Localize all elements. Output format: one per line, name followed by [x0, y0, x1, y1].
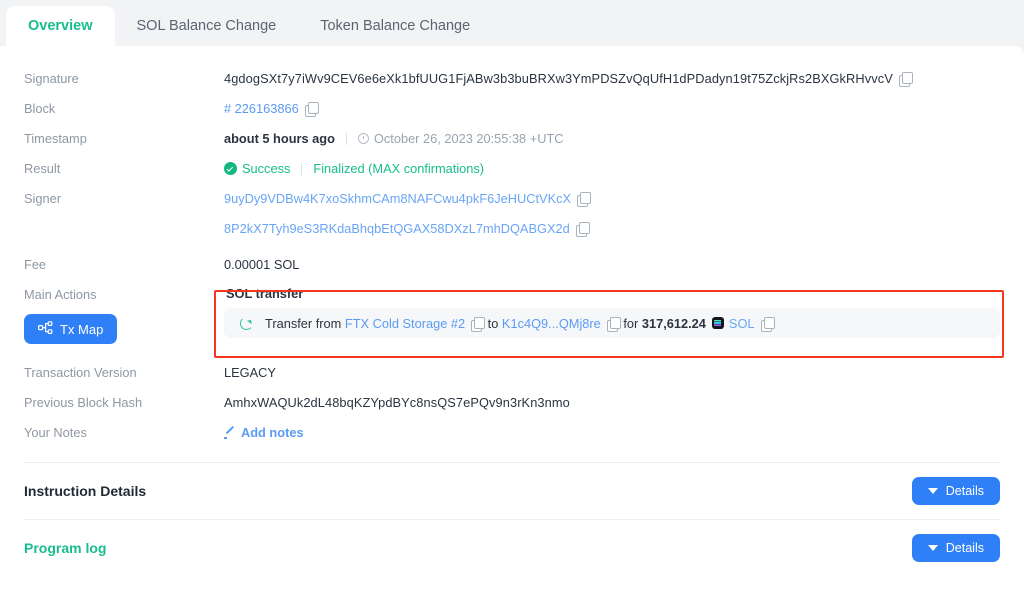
row-main-actions: Main Actions Tx Map SOL transfer Transfe…	[0, 280, 1024, 354]
transfer-amount: 317,612.24	[641, 315, 706, 331]
tab-bar: Overview SOL Balance Change Token Balanc…	[0, 0, 1024, 46]
result-confirmation: Finalized (MAX confirmations)	[313, 161, 485, 176]
sol-token-icon	[711, 317, 724, 329]
row-transaction-version: Transaction Version LEGACY	[0, 358, 1024, 388]
transfer-action-row: Transfer from FTX Cold Storage #2 to K1c…	[224, 308, 1000, 338]
timestamp-value-wrap: about 5 hours ago October 26, 2023 20:55:…	[224, 124, 1000, 154]
signature-value: 4gdogSXt7y7iWv9CEV6e6eXk1bfUUG1FjABw3b3b…	[224, 71, 893, 86]
tx-map-button-label: Tx Map	[60, 321, 104, 337]
copy-signer-2-icon[interactable]	[575, 222, 590, 237]
signer-address-2[interactable]: 8P2kX7Tyh9eS3RKdaBhqbEtQGAX58DXzL7mhDQAB…	[224, 221, 570, 236]
timestamp-absolute: October 26, 2023 20:55:38 +UTC	[373, 131, 564, 146]
chevron-down-icon	[927, 545, 938, 551]
copy-transfer-amount-icon[interactable]	[760, 316, 775, 332]
row-block: Block # 226163866	[0, 94, 1024, 124]
row-signature: Signature 4gdogSXt7y7iWv9CEV6e6eXk1bfUUG…	[0, 64, 1024, 94]
copy-signer-1-icon[interactable]	[577, 192, 592, 207]
tab-token-balance-change[interactable]: Token Balance Change	[298, 6, 492, 46]
copy-transfer-from-icon[interactable]	[471, 316, 486, 332]
signer-row: 9uyDy9VDBw4K7xoSkhmCAm8NAFCwu4pkF6JeHUCt…	[224, 184, 1000, 214]
timestamp-divider	[345, 133, 347, 145]
row-previous-block-hash: Previous Block Hash AmhxWAQUk2dL48bqKZYp…	[0, 388, 1024, 418]
row-fee: Fee 0.00001 SOL	[0, 250, 1024, 280]
main-actions-content: SOL transfer Transfer from FTX Cold Stor…	[224, 280, 1000, 338]
transfer-from-link[interactable]: FTX Cold Storage #2	[345, 316, 465, 331]
sol-transfer-title: SOL transfer	[226, 286, 304, 301]
copy-signature-icon[interactable]	[898, 72, 913, 87]
row-timestamp: Timestamp about 5 hours ago October 26, 2…	[0, 124, 1024, 154]
transfer-icon	[240, 316, 253, 330]
signature-label: Signature	[24, 71, 79, 86]
program-log-title: Program log	[24, 540, 107, 556]
clock-icon	[357, 133, 369, 144]
transfer-token-label[interactable]: SOL	[729, 316, 755, 331]
tx-map-icon	[38, 320, 53, 338]
copy-block-icon[interactable]	[304, 102, 319, 117]
instruction-details-title: Instruction Details	[24, 483, 147, 499]
program-log-button-label: Details	[945, 541, 984, 555]
timestamp-relative: about 5 hours ago	[224, 131, 335, 146]
tab-overview-label: Overview	[28, 18, 93, 34]
section-program-log: Program log Details	[0, 520, 1024, 576]
transfer-prefix: Transfer from	[265, 315, 342, 331]
add-notes-button[interactable]: Add notes	[241, 425, 304, 440]
row-your-notes: Your Notes Add notes	[0, 418, 1024, 448]
block-label: Block	[24, 101, 56, 116]
transfer-to-word: to	[487, 315, 499, 331]
signer-label: Signer	[24, 191, 61, 206]
chevron-down-icon	[927, 488, 938, 494]
previous-block-hash-value: AmhxWAQUk2dL48bqKZYpdBYc8nsQS7ePQv9n3rKn…	[224, 395, 570, 410]
section-instruction-details: Instruction Details Details	[0, 463, 1024, 519]
result-label: Result	[24, 161, 61, 176]
previous-block-hash-label: Previous Block Hash	[24, 395, 143, 410]
fee-label: Fee	[24, 257, 47, 272]
result-divider	[301, 163, 303, 175]
detail-rows: Signature 4gdogSXt7y7iWv9CEV6e6eXk1bfUUG…	[0, 46, 1024, 448]
block-value[interactable]: # 226163866	[224, 101, 299, 116]
main-actions-label: Main Actions	[24, 287, 97, 302]
signer-values: 9uyDy9VDBw4K7xoSkhmCAm8NAFCwu4pkF6JeHUCt…	[224, 184, 1000, 244]
tx-map-button[interactable]: Tx Map	[24, 314, 118, 344]
signer-address-1[interactable]: 9uyDy9VDBw4K7xoSkhmCAm8NAFCwu4pkF6JeHUCt…	[224, 191, 571, 206]
signer-row: 8P2kX7Tyh9eS3RKdaBhqbEtQGAX58DXzL7mhDQAB…	[224, 214, 1000, 244]
tab-sol-balance-change[interactable]: SOL Balance Change	[115, 6, 299, 46]
fee-value: 0.00001 SOL	[224, 257, 300, 272]
transfer-for-word: for	[623, 315, 639, 331]
block-value-wrap: # 226163866	[224, 94, 1000, 124]
row-result: Result Success Finalized (MAX confirmatio…	[0, 154, 1024, 184]
overview-card: Signature 4gdogSXt7y7iWv9CEV6e6eXk1bfUUG…	[0, 46, 1024, 600]
transaction-version-label: Transaction Version	[24, 365, 137, 380]
pencil-icon	[224, 427, 236, 439]
success-check-icon	[224, 162, 237, 175]
program-log-details-button[interactable]: Details	[911, 534, 1000, 562]
timestamp-label: Timestamp	[24, 131, 87, 146]
instruction-details-button-label: Details	[945, 484, 984, 498]
row-signer: Signer 9uyDy9VDBw4K7xoSkhmCAm8NAFCwu4pkF…	[0, 184, 1024, 244]
tab-overview[interactable]: Overview	[6, 6, 115, 46]
copy-transfer-to-icon[interactable]	[606, 316, 621, 332]
tab-sol-balance-change-label: SOL Balance Change	[136, 18, 277, 34]
transaction-version-value: LEGACY	[224, 365, 276, 380]
signature-value-wrap: 4gdogSXt7y7iWv9CEV6e6eXk1bfUUG1FjABw3b3b…	[224, 64, 1000, 94]
tab-token-balance-change-label: Token Balance Change	[320, 18, 471, 34]
transaction-detail-page: Overview SOL Balance Change Token Balanc…	[0, 0, 1024, 600]
your-notes-value: Add notes	[224, 418, 1000, 448]
result-value-wrap: Success Finalized (MAX confirmations)	[224, 154, 1000, 184]
result-status: Success	[242, 161, 291, 176]
your-notes-label: Your Notes	[24, 425, 87, 440]
transfer-to-link[interactable]: K1c4Q9...QMj8re	[502, 316, 601, 331]
instruction-details-button[interactable]: Details	[911, 477, 1000, 505]
